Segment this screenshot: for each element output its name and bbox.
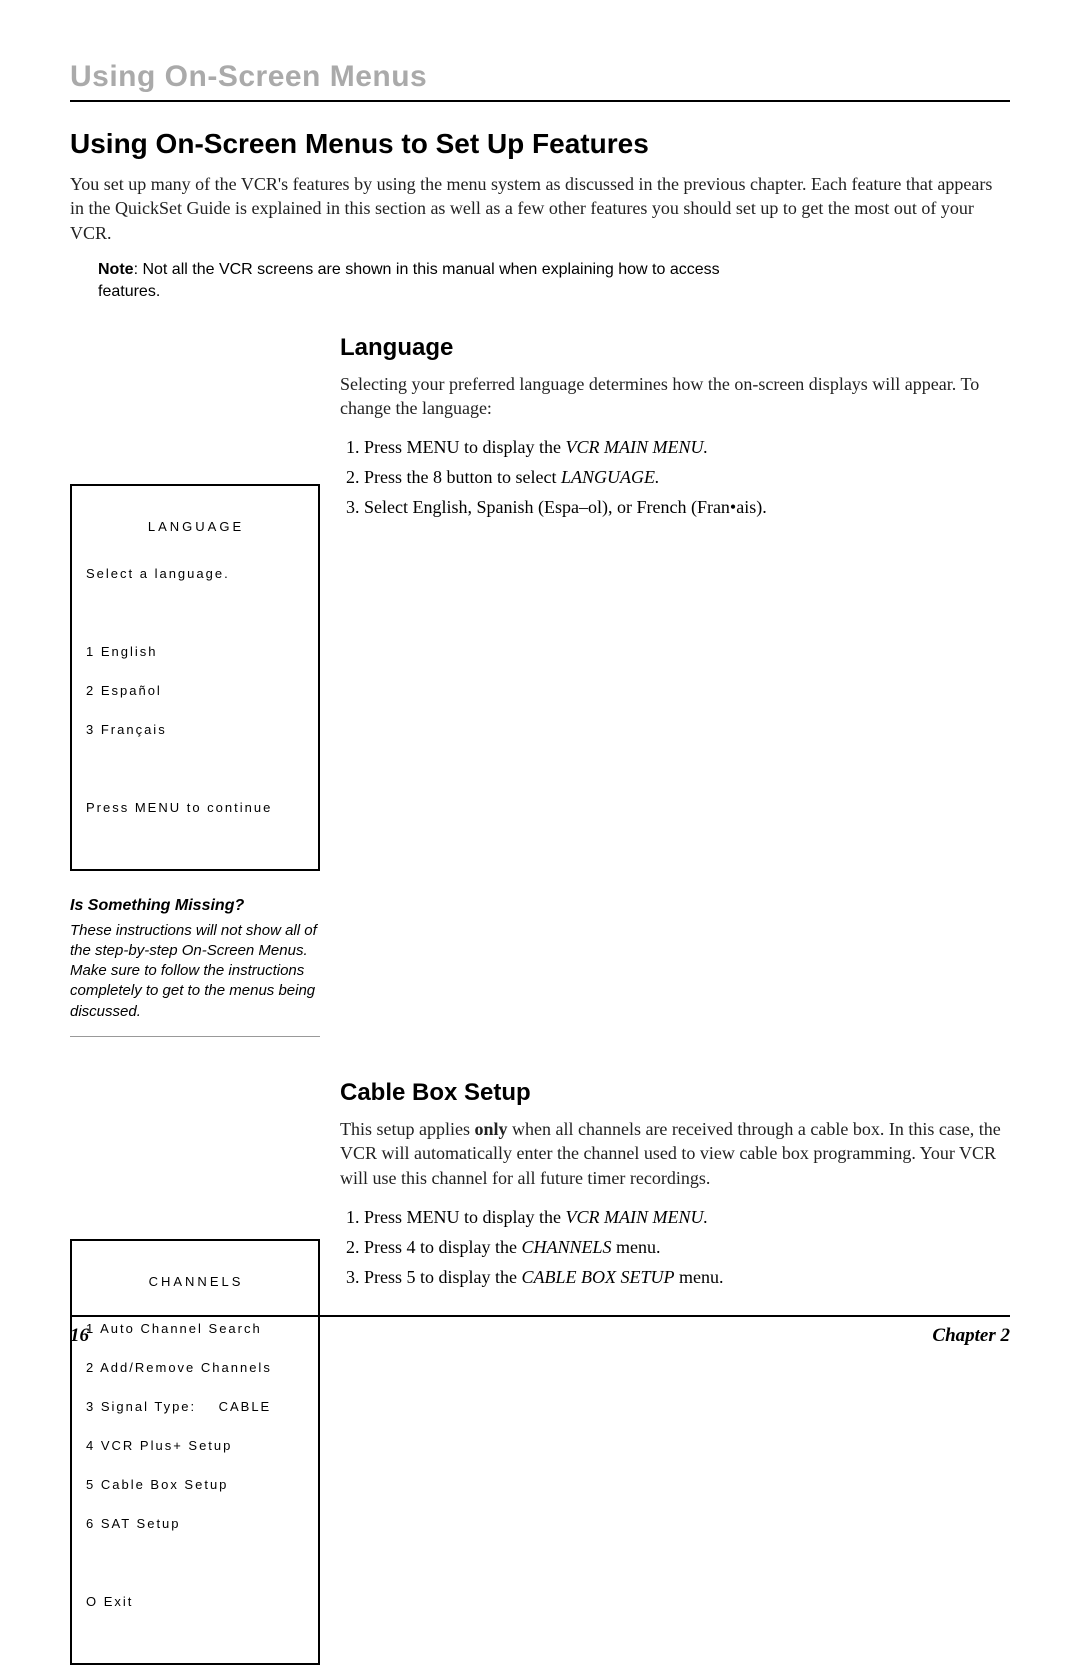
screen-option-2: 2 Español (86, 681, 306, 701)
cb-s2c: menu. (612, 1237, 661, 1257)
cable-step-2: Press 4 to display the CHANNELS menu. (364, 1234, 1010, 1262)
note-body: : Not all the VCR screens are shown in t… (98, 261, 720, 300)
language-steps: Press MENU to display the VCR MAIN MENU.… (340, 434, 1010, 522)
step-2: Press the 8 button to select LANGUAGE. (364, 464, 1010, 492)
note-block: Note: Not all the VCR screens are shown … (98, 259, 778, 304)
language-heading: Language (340, 334, 1010, 362)
cable-steps: Press MENU to display the VCR MAIN MENU.… (340, 1204, 1010, 1292)
ch-exit: O Exit (86, 1592, 306, 1612)
sidenote-title: Is Something Missing? (70, 897, 320, 915)
intro-paragraph: You set up many of the VCR's features by… (70, 172, 1010, 245)
cable-step-3: Press 5 to display the CABLE BOX SETUP m… (364, 1264, 1010, 1292)
step-1b: VCR MAIN MENU. (566, 437, 708, 457)
cb-s1b: VCR MAIN MENU. (566, 1207, 708, 1227)
cable-intro-a: This setup applies (340, 1119, 474, 1139)
cb-s2a: Press 4 to display the (364, 1237, 522, 1257)
page-number: 16 (70, 1325, 89, 1347)
step-3: Select English, Spanish (Espa–ol), or Fr… (364, 494, 1010, 522)
screen-prompt: Select a language. (86, 564, 306, 584)
step-2a: Press the 8 button to select (364, 467, 561, 487)
cb-s3b: CABLE BOX SETUP (522, 1267, 675, 1287)
step-3-text: Select English, Spanish (Espa–ol), or Fr… (364, 497, 767, 517)
screen-title-channels: CHANNELS (86, 1272, 306, 1292)
language-intro: Selecting your preferred language determ… (340, 372, 1010, 421)
section-title: Using On-Screen Menus to Set Up Features (70, 128, 1010, 160)
step-1a: Press MENU to display the (364, 437, 566, 457)
step-1: Press MENU to display the VCR MAIN MENU. (364, 434, 1010, 462)
cb-s3a: Press 5 to display the (364, 1267, 522, 1287)
chapter-label: Chapter 2 (932, 1325, 1010, 1347)
cb-s1a: Press MENU to display the (364, 1207, 566, 1227)
language-section: LANGUAGE Select a language. 1 English 2 … (70, 334, 1010, 1037)
screen-option-3: 3 Français (86, 720, 306, 740)
cable-step-1: Press MENU to display the VCR MAIN MENU. (364, 1204, 1010, 1232)
screen-option-1: 1 English (86, 642, 306, 662)
screen-footer: Press MENU to continue (86, 798, 306, 818)
cable-intro: This setup applies only when all channel… (340, 1117, 1010, 1190)
cb-s2b: CHANNELS (522, 1237, 612, 1257)
chapter-header: Using On-Screen Menus (70, 60, 1010, 102)
page-footer: 16 Chapter 2 (70, 1315, 1010, 1347)
cable-intro-bold: only (474, 1119, 507, 1139)
ch-line-4: 4 VCR Plus+ Setup (86, 1436, 306, 1456)
step-2b: LANGUAGE. (561, 467, 660, 487)
channels-screen-box: CHANNELS 1 Auto Channel Search 2 Add/Rem… (70, 1239, 320, 1665)
ch-line-2: 2 Add/Remove Channels (86, 1358, 306, 1378)
language-screen-box: LANGUAGE Select a language. 1 English 2 … (70, 484, 320, 871)
cable-heading: Cable Box Setup (340, 1079, 1010, 1107)
screen-title-language: LANGUAGE (86, 517, 306, 537)
ch-line-5: 5 Cable Box Setup (86, 1475, 306, 1495)
ch-line-6: 6 SAT Setup (86, 1514, 306, 1534)
note-label: Note (98, 261, 134, 278)
cable-section: CHANNELS 1 Auto Channel Search 2 Add/Rem… (70, 1079, 1010, 1665)
sidenote-body: These instructions will not show all of … (70, 921, 320, 1037)
cb-s3c: menu. (675, 1267, 724, 1287)
ch-line-3: 3 Signal Type: CABLE (86, 1397, 306, 1417)
